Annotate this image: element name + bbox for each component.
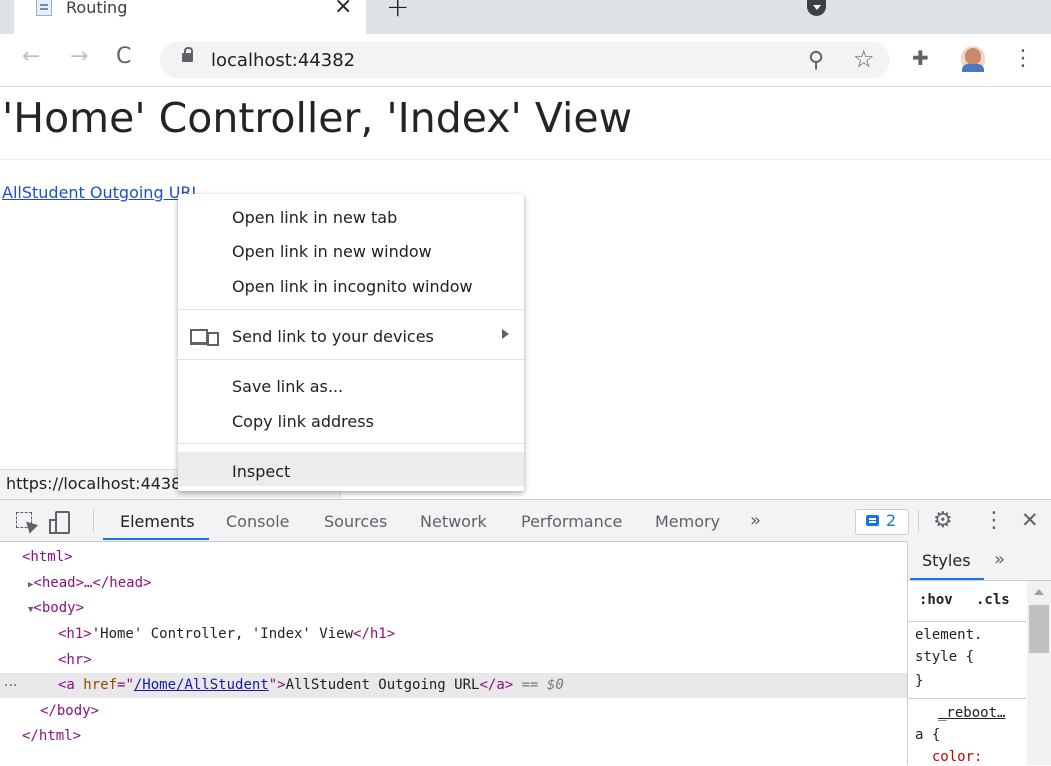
tree-node-html[interactable]: <html>	[22, 549, 73, 565]
scrollbar-thumb[interactable]	[1029, 605, 1049, 653]
submenu-arrow-icon	[502, 329, 509, 339]
rule-selector: a {	[915, 727, 941, 743]
styles-active-tab-indicator	[910, 578, 984, 580]
tree-node-h1[interactable]: <h1>'Home' Controller, 'Index' View</h1>	[58, 626, 395, 642]
tab-sources[interactable]: Sources	[324, 512, 387, 531]
tree-node-body[interactable]: ▼<body>	[28, 600, 84, 616]
menu-item-open-new-window[interactable]: Open link in new window	[232, 242, 432, 261]
hov-toggle-button[interactable]: :hov	[919, 592, 953, 608]
lock-icon[interactable]	[182, 47, 193, 62]
href-attr-name: href	[83, 677, 118, 693]
a-text: AllStudent Outgoing URL	[285, 677, 480, 693]
h1-text: 'Home' Controller, 'Index' View	[91, 626, 354, 642]
tree-node-html-close[interactable]: </html>	[22, 728, 81, 744]
tree-node-hr[interactable]: <hr>	[58, 652, 92, 668]
tree-node-head[interactable]: ▶<head>…</head>	[28, 575, 151, 591]
toolbar-divider	[93, 510, 94, 532]
elements-tree: <html> ▶<head>…</head> ▼<body> <h1>'Home…	[0, 541, 907, 765]
html-close-tag: </html>	[22, 728, 82, 744]
context-menu: Open link in new tab Open link in new wi…	[178, 194, 524, 491]
h1-close-tag: </h1>	[353, 626, 396, 642]
tab-elements[interactable]: Elements	[120, 512, 195, 531]
menu-separator	[178, 359, 524, 360]
reload-icon[interactable]: C	[116, 44, 131, 69]
head-collapsed-tag: <head>…</head>	[33, 575, 152, 591]
inspect-element-icon[interactable]	[16, 512, 32, 528]
bookmark-star-icon[interactable]: ☆	[853, 45, 875, 73]
url-text[interactable]: localhost:44382	[211, 50, 355, 71]
issues-count: 2	[886, 511, 897, 530]
tab-performance[interactable]: Performance	[521, 512, 622, 531]
extensions-puzzle-icon[interactable]: ✚	[912, 46, 929, 70]
issues-message-icon	[866, 515, 879, 526]
device-toolbar-icon[interactable]	[49, 511, 70, 534]
tree-node-a[interactable]: <a href="/Home/AllStudent">AllStudent Ou…	[58, 677, 564, 693]
attr-eq: ="	[117, 677, 134, 693]
scroll-up-arrow-icon[interactable]	[1034, 589, 1044, 595]
menu-item-send-to-devices[interactable]: Send link to your devices	[232, 327, 434, 346]
html-open-tag: <html>	[22, 549, 73, 565]
profile-avatar[interactable]	[961, 46, 985, 72]
tab-styles[interactable]: Styles	[922, 551, 971, 570]
element-style-close: }	[915, 673, 924, 689]
selected-node-marker: == $0	[513, 677, 564, 693]
menu-item-inspect[interactable]: Inspect	[232, 462, 290, 481]
allstudent-link[interactable]: AllStudent Outgoing URL	[2, 183, 200, 202]
a-close-tag: </a>	[479, 677, 514, 693]
active-tab-indicator	[103, 538, 209, 540]
context-menu-hover-highlight	[178, 452, 524, 486]
status-url: https://localhost:4438	[6, 474, 182, 493]
rule-source-link[interactable]: _reboot…	[938, 705, 1005, 721]
attr-quote-close: ">	[268, 677, 286, 693]
toolbar-divider	[918, 510, 919, 532]
devices-icon	[190, 329, 219, 346]
page-heading: 'Home' Controller, 'Index' View	[2, 94, 633, 142]
tab-console[interactable]: Console	[226, 512, 290, 531]
tab-network[interactable]: Network	[420, 512, 487, 531]
cls-toggle-button[interactable]: .cls	[976, 592, 1010, 608]
href-attr-value[interactable]: /Home/AllStudent	[134, 677, 269, 693]
menu-separator	[178, 309, 524, 310]
body-close-tag: </body>	[40, 703, 100, 719]
issues-counter-button[interactable]	[855, 509, 909, 535]
tab-title: Routing	[66, 0, 128, 17]
menu-item-open-incognito[interactable]: Open link in incognito window	[232, 277, 473, 296]
menu-item-open-new-tab[interactable]: Open link in new tab	[232, 208, 397, 227]
settings-gear-icon[interactable]: ⚙	[933, 508, 953, 533]
page-divider	[0, 159, 1051, 160]
h1-open-tag: <h1>	[58, 626, 92, 642]
menu-item-copy-link-address[interactable]: Copy link address	[232, 412, 374, 431]
more-tabs-chevron-icon[interactable]: »	[750, 510, 761, 531]
tab-close-icon[interactable]: ×	[334, 0, 352, 19]
body-open-tag: <body>	[33, 600, 84, 616]
styles-more-tabs-chevron-icon[interactable]: »	[994, 549, 1005, 570]
page-favicon-icon	[36, 0, 52, 16]
element-style-open: style {	[915, 649, 975, 665]
rule-property: color:	[915, 749, 983, 765]
menu-separator	[178, 443, 524, 444]
back-icon[interactable]: ←	[22, 44, 40, 69]
zoom-icon[interactable]: ⚲	[808, 48, 824, 73]
menu-item-save-link-as[interactable]: Save link as...	[232, 377, 343, 396]
hr-tag: <hr>	[58, 652, 92, 668]
a-open-tag: <a	[58, 677, 84, 693]
tree-node-body-close[interactable]: </body>	[40, 703, 99, 719]
close-devtools-icon[interactable]: ✕	[1021, 508, 1039, 532]
styles-rule-divider	[908, 698, 1026, 699]
devtools-menu-icon[interactable]: ⋮	[983, 508, 1005, 533]
tab-memory[interactable]: Memory	[655, 512, 720, 531]
forward-icon[interactable]: →	[70, 44, 88, 69]
browser-menu-icon[interactable]: ⋮	[1012, 46, 1034, 71]
element-style-selector: element.	[915, 627, 983, 643]
new-tab-button[interactable]: +	[386, 0, 409, 23]
